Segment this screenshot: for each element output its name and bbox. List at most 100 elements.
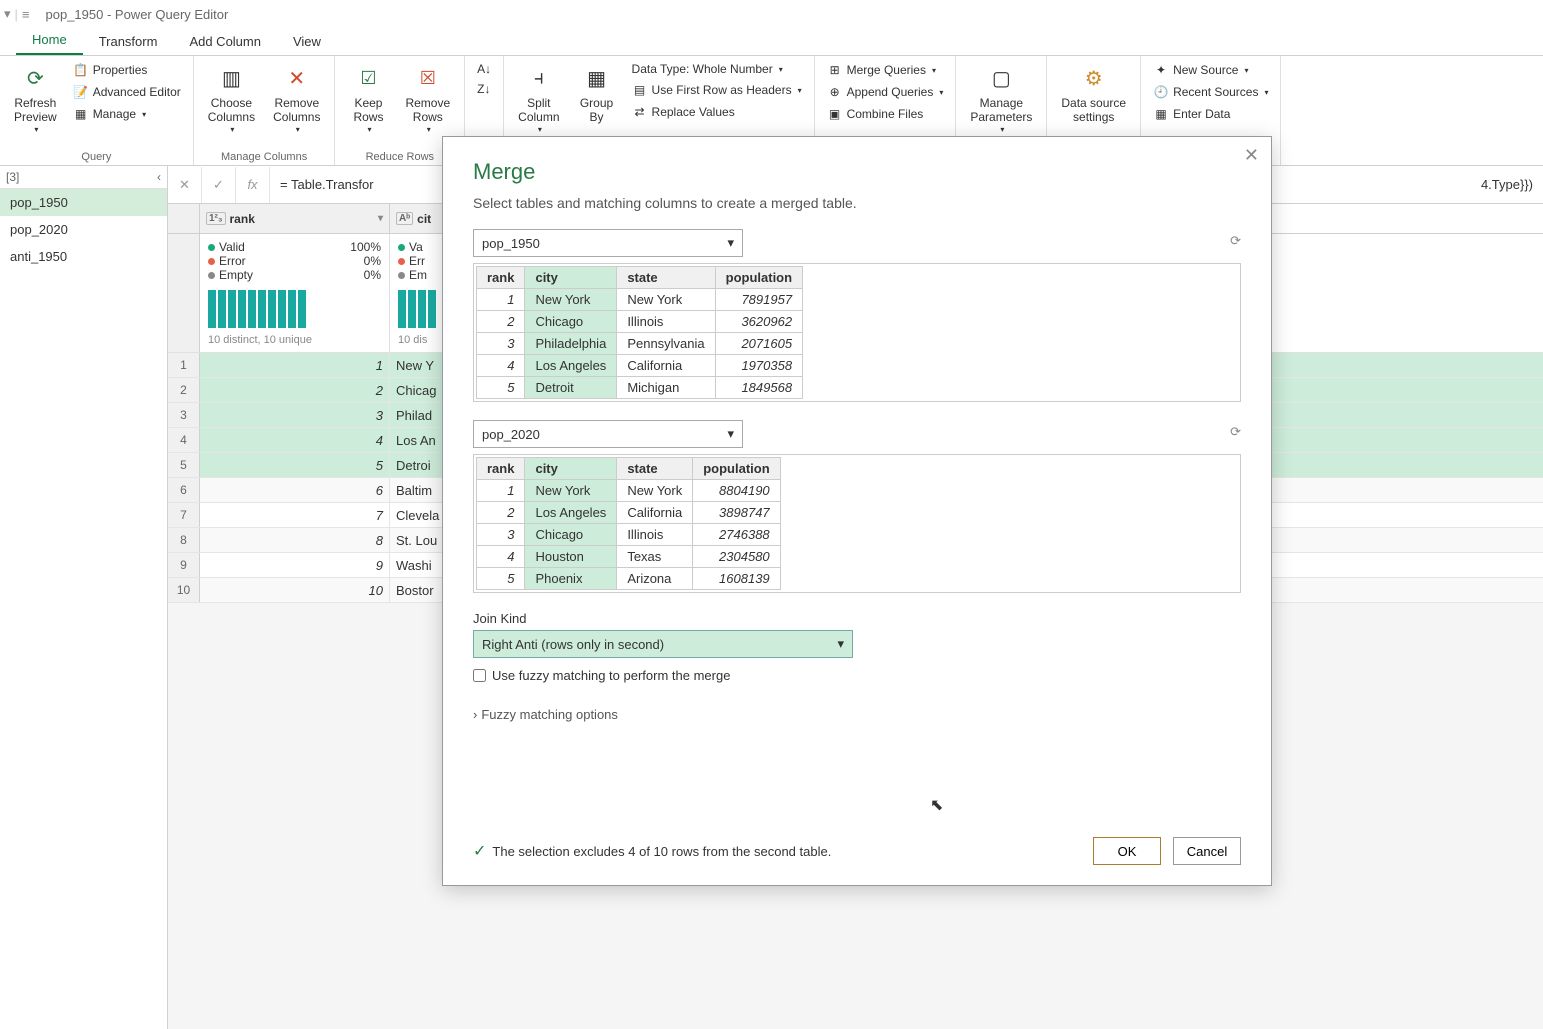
col-population[interactable]: population <box>715 267 802 289</box>
remove-rows-button[interactable]: ☒Remove Rows▾ <box>399 60 456 136</box>
col-population[interactable]: population <box>693 458 780 480</box>
data-source-settings-button[interactable]: ⚙Data source settings <box>1055 60 1132 127</box>
properties-button[interactable]: 📋Properties <box>69 60 185 80</box>
refresh-table2-icon[interactable]: ⟳ <box>1230 424 1241 440</box>
col-state[interactable]: state <box>617 458 693 480</box>
refresh-table1-icon[interactable]: ⟳ <box>1230 233 1241 249</box>
first-row-headers-button[interactable]: ▤Use First Row as Headers▾ <box>628 80 806 100</box>
col-state[interactable]: state <box>617 267 715 289</box>
enter-data-icon: ▦ <box>1153 106 1169 122</box>
table-row[interactable]: 1New YorkNew York8804190 <box>477 480 781 502</box>
sort-desc-icon: Z↓ <box>477 82 490 96</box>
cancel-button[interactable]: Cancel <box>1173 837 1241 865</box>
table-row[interactable]: 4Los AngelesCalifornia1970358 <box>477 355 803 377</box>
manage-parameters-button[interactable]: ▢Manage Parameters▾ <box>964 60 1038 136</box>
cell-rank[interactable]: 8 <box>200 528 390 552</box>
text-type-icon: Aᵇ <box>396 212 413 225</box>
table-row[interactable]: 1New YorkNew York7891957 <box>477 289 803 311</box>
enter-data-button[interactable]: ▦Enter Data <box>1149 104 1272 124</box>
table-row[interactable]: 4HoustonTexas2304580 <box>477 546 781 568</box>
select-all-corner[interactable] <box>168 204 200 233</box>
col-rank[interactable]: rank <box>477 458 525 480</box>
remove-cols-icon: ✕ <box>288 66 305 91</box>
append-queries-button[interactable]: ⊕Append Queries▾ <box>823 82 948 102</box>
qat-dropdown-icon[interactable]: ▾ <box>4 6 11 22</box>
replace-values-button[interactable]: ⇄Replace Values <box>628 102 806 122</box>
sort-asc-button[interactable]: A↓ <box>473 60 495 78</box>
manage-button[interactable]: ▦Manage▾ <box>69 104 185 124</box>
table-row[interactable]: 5DetroitMichigan1849568 <box>477 377 803 399</box>
col-city[interactable]: city <box>525 267 617 289</box>
col-rank[interactable]: rank <box>477 267 525 289</box>
cell-rank[interactable]: 6 <box>200 478 390 502</box>
group-by-button[interactable]: ▦Group By <box>572 60 622 127</box>
table-row[interactable]: 3ChicagoIllinois2746388 <box>477 524 781 546</box>
table1-select[interactable]: pop_1950▾ <box>473 229 743 257</box>
manage-icon: ▦ <box>73 106 89 122</box>
table1-preview: rankcitystatepopulation1New YorkNew York… <box>473 263 1241 402</box>
formula-cancel-button[interactable]: ✕ <box>168 167 202 203</box>
sort-desc-button[interactable]: Z↓ <box>473 80 494 98</box>
cell-rank[interactable]: 1 <box>200 353 390 377</box>
merge-queries-button[interactable]: ⊞Merge Queries▾ <box>823 60 948 80</box>
table-row[interactable]: 3PhiladelphiaPennsylvania2071605 <box>477 333 803 355</box>
properties-icon: 📋 <box>73 62 89 78</box>
cell-rank[interactable]: 2 <box>200 378 390 402</box>
refresh-icon: ⟳ <box>27 66 44 91</box>
fuzzy-matching-checkbox[interactable]: Use fuzzy matching to perform the merge <box>473 668 1241 683</box>
data-type-button[interactable]: Data Type: Whole Number▾ <box>628 60 806 78</box>
column-header-rank[interactable]: 1²₃ rank▾ <box>200 204 390 233</box>
choose-columns-button[interactable]: ▥Choose Columns▾ <box>202 60 261 136</box>
table-row[interactable]: 2ChicagoIllinois3620962 <box>477 311 803 333</box>
cell-rank[interactable]: 9 <box>200 553 390 577</box>
collapse-queries-icon[interactable]: ‹ <box>157 170 161 184</box>
formula-commit-button[interactable]: ✓ <box>202 167 236 203</box>
cell-rank[interactable]: 4 <box>200 428 390 452</box>
cell-rank[interactable]: 3 <box>200 403 390 427</box>
tab-home[interactable]: Home <box>16 26 83 55</box>
row-number: 3 <box>168 403 200 427</box>
cell-rank[interactable]: 5 <box>200 453 390 477</box>
split-column-button[interactable]: ⫞Split Column▾ <box>512 60 565 136</box>
column-filter-icon[interactable]: ▾ <box>378 213 383 224</box>
chevron-down-icon: ▾ <box>727 426 734 442</box>
tab-transform[interactable]: Transform <box>83 28 174 55</box>
col-city[interactable]: city <box>525 458 617 480</box>
query-item[interactable]: anti_1950 <box>0 243 167 270</box>
row-number: 5 <box>168 453 200 477</box>
qat-overflow-icon[interactable]: ≡ <box>22 7 30 22</box>
row-number: 6 <box>168 478 200 502</box>
table-row[interactable]: 2Los AngelesCalifornia3898747 <box>477 502 781 524</box>
cell-rank[interactable]: 7 <box>200 503 390 527</box>
table-row[interactable]: 5PhoenixArizona1608139 <box>477 568 781 590</box>
tab-view[interactable]: View <box>277 28 337 55</box>
group-query-label: Query <box>8 149 185 163</box>
fuzzy-checkbox-input[interactable] <box>473 669 486 682</box>
join-kind-select[interactable]: Right Anti (rows only in second)▾ <box>473 630 853 658</box>
advanced-editor-button[interactable]: 📝Advanced Editor <box>69 82 185 102</box>
keep-rows-button[interactable]: ☑Keep Rows▾ <box>343 60 393 136</box>
query-item[interactable]: pop_2020 <box>0 216 167 243</box>
editor-icon: 📝 <box>73 84 89 100</box>
number-type-icon: 1²₃ <box>206 212 226 225</box>
remove-columns-button[interactable]: ✕Remove Columns▾ <box>267 60 326 136</box>
choose-cols-icon: ▥ <box>222 66 241 91</box>
query-item[interactable]: pop_1950 <box>0 189 167 216</box>
tab-add-column[interactable]: Add Column <box>173 28 277 55</box>
sort-asc-icon: A↓ <box>477 62 491 76</box>
row-number: 2 <box>168 378 200 402</box>
combine-files-button[interactable]: ▣Combine Files <box>823 104 948 124</box>
group-manage-cols-label: Manage Columns <box>202 149 327 163</box>
table2-select[interactable]: pop_2020▾ <box>473 420 743 448</box>
recent-sources-button[interactable]: 🕘Recent Sources▾ <box>1149 82 1272 102</box>
refresh-preview-button[interactable]: ⟳ Refresh Preview▾ <box>8 60 63 136</box>
fuzzy-options-expander[interactable]: › Fuzzy matching options <box>473 707 1241 722</box>
table2-preview: rankcitystatepopulation1New YorkNew York… <box>473 454 1241 593</box>
formula-fx-button[interactable]: fx <box>236 167 270 203</box>
cell-rank[interactable]: 10 <box>200 578 390 602</box>
replace-icon: ⇄ <box>632 104 648 120</box>
row-number: 10 <box>168 578 200 602</box>
ok-button[interactable]: OK <box>1093 837 1161 865</box>
new-source-button[interactable]: ✦New Source▾ <box>1149 60 1272 80</box>
close-button[interactable]: ✕ <box>1244 145 1259 166</box>
